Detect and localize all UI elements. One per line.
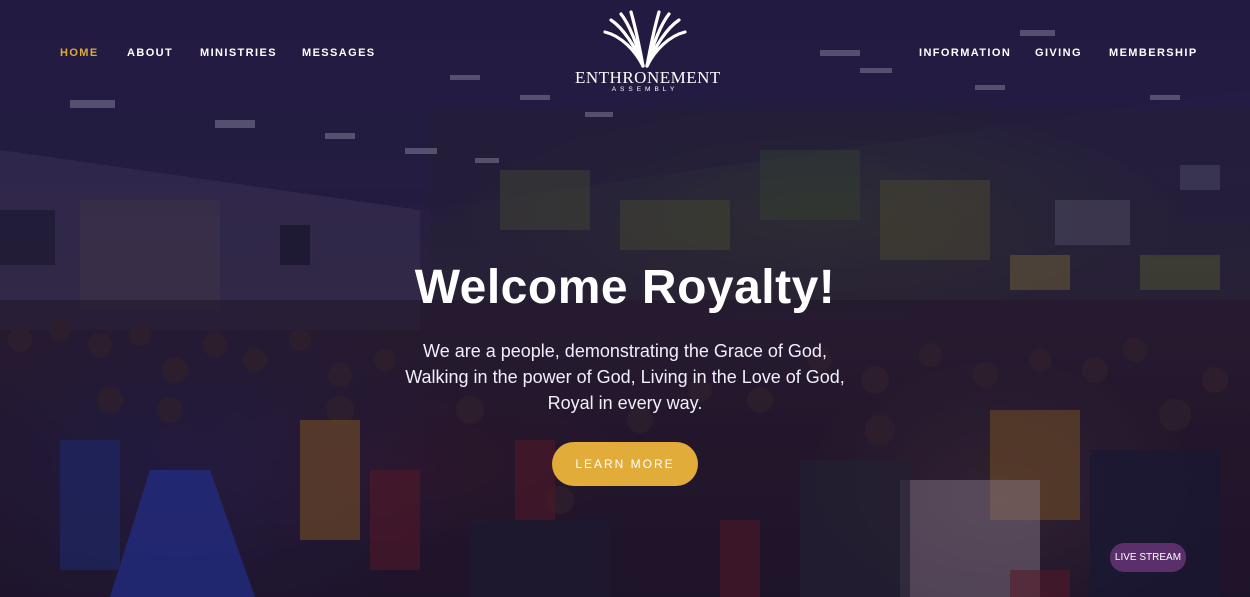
nav-ministries[interactable]: MINISTRIES bbox=[200, 47, 277, 59]
logo-subtitle: ASSEMBLY bbox=[611, 86, 679, 93]
tagline-line-3: Royal in every way. bbox=[547, 393, 703, 413]
nav-information[interactable]: INFORMATION bbox=[919, 47, 1011, 59]
nav-about[interactable]: ABOUT bbox=[127, 47, 173, 59]
nav-home[interactable]: HOME bbox=[60, 47, 99, 59]
nav-membership[interactable]: MEMBERSHIP bbox=[1109, 47, 1198, 59]
live-stream-button[interactable]: LIVE STREAM bbox=[1110, 543, 1186, 572]
tagline-line-1: We are a people, demonstrating the Grace… bbox=[423, 341, 827, 361]
hero-section: HOME ABOUT MINISTRIES MESSAGES INFORMATI… bbox=[0, 0, 1250, 597]
hero-headline: Welcome Royalty! bbox=[414, 261, 836, 314]
learn-more-button[interactable]: LEARN MORE bbox=[552, 442, 698, 486]
site-logo[interactable]: ENTHRONEMENT ASSEMBLY bbox=[575, 10, 721, 100]
tagline-line-2: Walking in the power of God, Living in t… bbox=[405, 367, 845, 387]
nav-messages[interactable]: MESSAGES bbox=[302, 47, 376, 59]
wings-icon bbox=[603, 10, 687, 68]
nav-giving[interactable]: GIVING bbox=[1035, 47, 1082, 59]
hero-tagline: We are a people, demonstrating the Grace… bbox=[0, 338, 1250, 416]
logo-title: ENTHRONEMENT bbox=[575, 68, 721, 87]
